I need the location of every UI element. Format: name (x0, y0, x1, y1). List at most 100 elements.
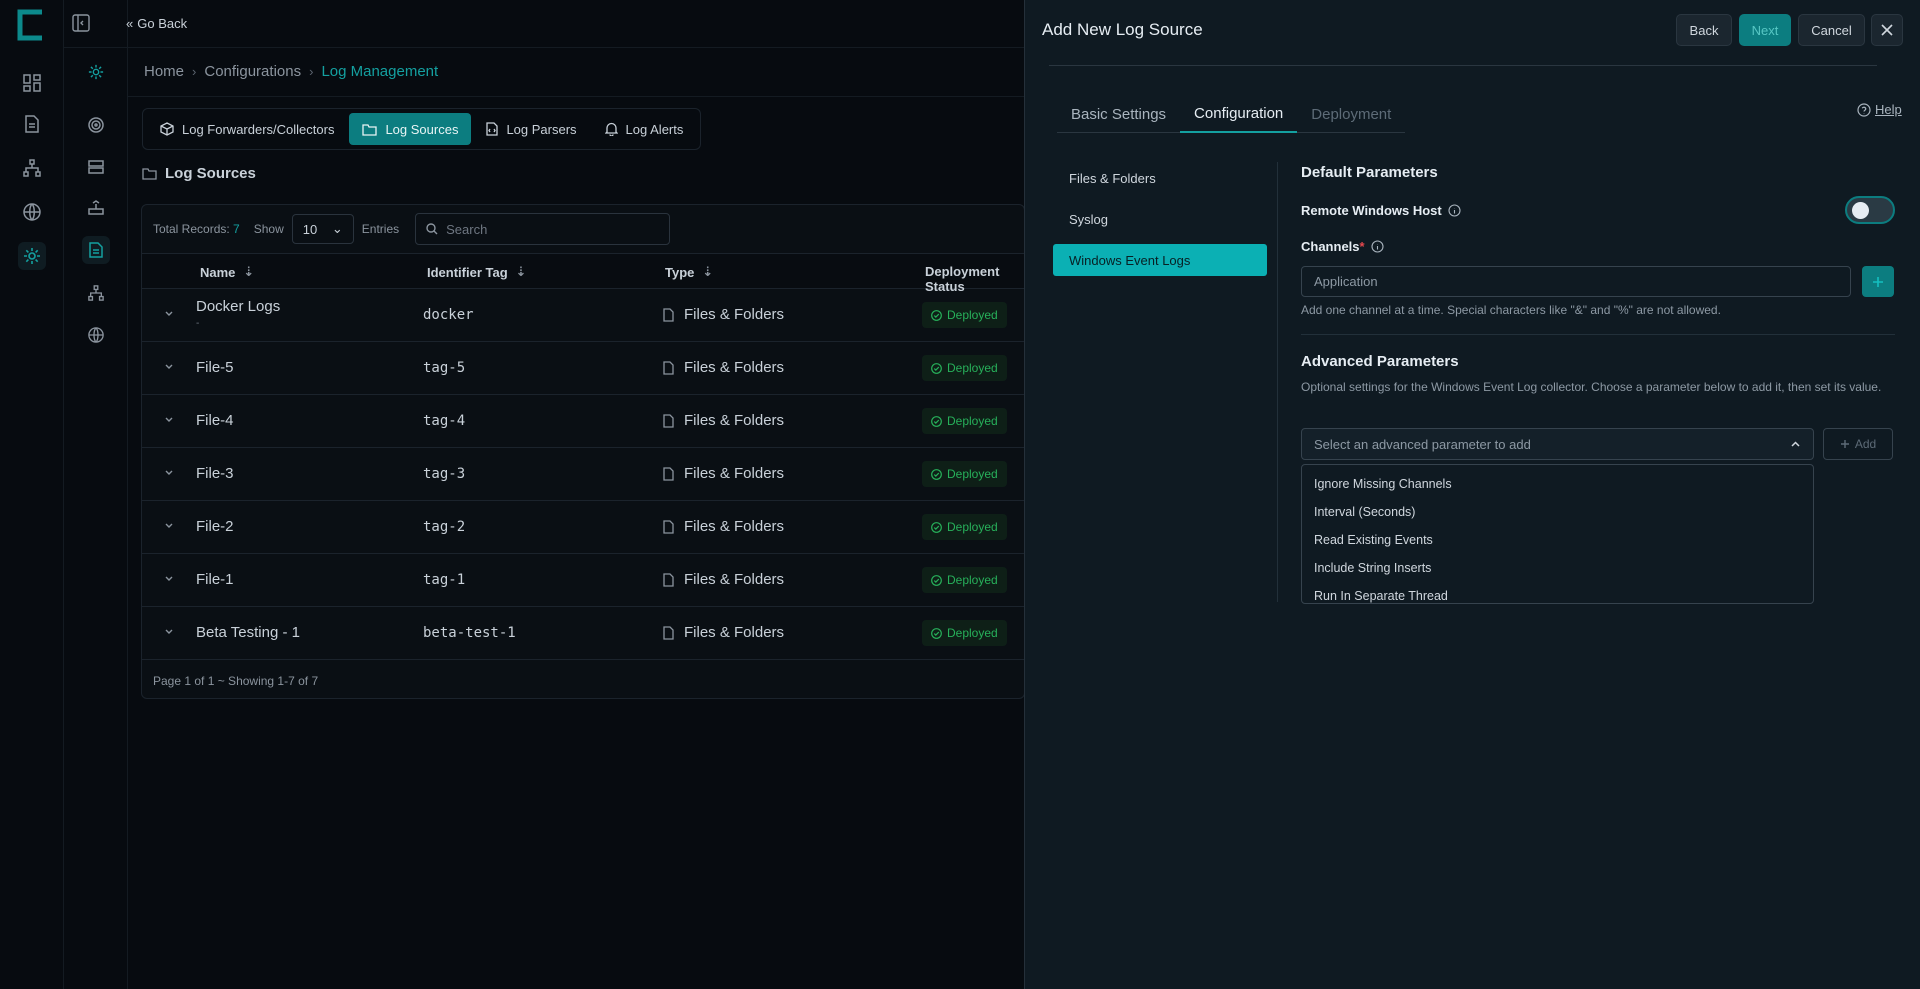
next-button[interactable]: Next (1739, 14, 1791, 46)
table-row[interactable]: Beta Testing - 1 beta-test-1 Files & Fol… (142, 607, 1024, 660)
table-row[interactable]: File-3 tag-3 Files & Folders Deployed (142, 448, 1024, 501)
breadcrumb-home[interactable]: Home (144, 63, 184, 80)
channel-hint: Add one channel at a time. Special chara… (1301, 303, 1721, 317)
row-type: Files & Folders (663, 359, 784, 376)
file-icon (663, 360, 674, 375)
close-button[interactable] (1871, 14, 1903, 46)
row-tag: tag-5 (423, 360, 466, 376)
option-ignore-missing-channels[interactable]: Ignore Missing Channels (1302, 470, 1813, 498)
chevron-down-icon[interactable] (164, 574, 174, 584)
primary-sidebar (0, 0, 64, 989)
nav-files-folders[interactable]: Files & Folders (1053, 162, 1267, 194)
channel-input[interactable]: Application (1301, 266, 1851, 297)
info-icon[interactable] (1371, 240, 1384, 253)
row-subtitle: - (196, 318, 200, 329)
double-chevron-left-icon: « (126, 16, 134, 31)
tab-log-alerts[interactable]: Log Alerts (592, 113, 697, 145)
go-back-link[interactable]: « Go Back (126, 16, 187, 31)
chevron-down-icon[interactable] (164, 362, 174, 372)
option-include-string-inserts[interactable]: Include String Inserts (1302, 554, 1813, 582)
chevron-down-icon[interactable] (164, 309, 174, 319)
status-badge: Deployed (922, 408, 1007, 434)
tab-configuration[interactable]: Configuration (1180, 95, 1298, 133)
plus-icon (1873, 276, 1883, 287)
add-parameter-button[interactable]: Add (1823, 428, 1893, 460)
folder-icon (362, 123, 378, 136)
back-button[interactable]: Back (1676, 14, 1732, 46)
page-size-select[interactable]: 10 ⌄ (291, 214, 354, 244)
cancel-button[interactable]: Cancel (1798, 14, 1865, 46)
app-logo[interactable] (14, 8, 46, 42)
router-icon[interactable] (82, 194, 110, 222)
tab-log-sources[interactable]: Log Sources (349, 113, 472, 145)
dashboard-icon[interactable] (18, 69, 46, 97)
remote-host-toggle[interactable] (1845, 196, 1895, 224)
default-parameters-heading: Default Parameters (1301, 164, 1438, 181)
check-circle-icon (931, 574, 942, 586)
file-icon (663, 307, 674, 322)
drawer-title: Add New Log Source (1042, 20, 1203, 39)
remote-host-label: Remote Windows Host (1301, 203, 1461, 218)
option-read-existing-events[interactable]: Read Existing Events (1302, 526, 1813, 554)
bell-icon (604, 122, 618, 136)
row-name: File-3 (196, 465, 234, 482)
chevron-down-icon[interactable] (164, 468, 174, 478)
page-size-value: 10 (302, 221, 318, 237)
divider (1049, 65, 1877, 66)
toggle-knob (1852, 202, 1869, 219)
tab-log-forwarders[interactable]: Log Forwarders/Collectors (147, 113, 347, 145)
row-tag: tag-1 (423, 572, 466, 588)
table-row[interactable]: File-2 tag-2 Files & Folders Deployed (142, 501, 1024, 554)
option-run-in-separate-thread[interactable]: Run In Separate Thread (1302, 582, 1813, 610)
breadcrumb-configurations[interactable]: Configurations (204, 63, 301, 80)
tab-log-parsers[interactable]: Log Parsers (473, 113, 589, 145)
help-link[interactable]: Help (1857, 102, 1902, 117)
row-name: Docker Logs (196, 298, 281, 315)
log-file-icon[interactable] (82, 236, 110, 264)
hierarchy-icon[interactable] (82, 279, 110, 307)
breadcrumb: Home › Configurations › Log Management (144, 63, 438, 80)
tab-deployment[interactable]: Deployment (1297, 95, 1405, 133)
network-icon[interactable] (18, 154, 46, 182)
column-identifier-tag[interactable]: Identifier Tag ⇣ (427, 264, 527, 280)
source-type-nav: Files & Folders Syslog Windows Event Log… (1053, 162, 1267, 285)
radar-icon[interactable] (82, 111, 110, 139)
row-tag: tag-2 (423, 519, 466, 535)
divider (1301, 334, 1895, 335)
nav-syslog[interactable]: Syslog (1053, 203, 1267, 235)
file-icon (663, 519, 674, 534)
check-circle-icon (931, 415, 942, 427)
tab-basic-settings[interactable]: Basic Settings (1057, 95, 1180, 133)
tab-label: Log Parsers (506, 121, 577, 137)
option-interval-seconds[interactable]: Interval (Seconds) (1302, 498, 1813, 526)
table-row[interactable]: File-4 tag-4 Files & Folders Deployed (142, 395, 1024, 448)
show-label: Show (253, 222, 284, 236)
row-type: Files & Folders (663, 412, 784, 429)
document-icon[interactable] (18, 110, 46, 138)
server-icon[interactable] (82, 153, 110, 181)
chevron-down-icon[interactable] (164, 415, 174, 425)
chevron-down-icon[interactable] (164, 521, 174, 531)
table-row[interactable]: Docker Logs - docker Files & Folders Dep… (142, 289, 1024, 342)
row-type: Files & Folders (663, 306, 784, 323)
status-badge: Deployed (922, 514, 1007, 540)
chevron-right-icon: › (309, 64, 314, 79)
advanced-hint: Optional settings for the Windows Event … (1301, 380, 1882, 394)
column-type[interactable]: Type ⇣ (665, 264, 713, 280)
search-input[interactable]: Search (415, 213, 671, 245)
advanced-parameter-select[interactable]: Select an advanced parameter to add (1301, 428, 1814, 460)
table-row[interactable]: File-1 tag-1 Files & Folders Deployed (142, 554, 1024, 607)
chevron-up-icon (1791, 440, 1800, 447)
globe-icon[interactable] (18, 198, 46, 226)
table-row[interactable]: File-5 tag-5 Files & Folders Deployed (142, 342, 1024, 395)
divider (1277, 162, 1278, 602)
nav-windows-event-logs[interactable]: Windows Event Logs (1053, 244, 1267, 276)
chevron-down-icon[interactable] (164, 627, 174, 637)
pagination-info: Page 1 of 1 ~ Showing 1-7 of 7 (153, 673, 319, 688)
column-name[interactable]: Name ⇣ (200, 264, 254, 280)
gear-icon[interactable] (82, 58, 110, 86)
info-icon[interactable] (1448, 204, 1461, 217)
add-channel-button[interactable] (1862, 266, 1894, 297)
settings-icon[interactable] (18, 242, 46, 270)
globe-icon[interactable] (82, 321, 110, 349)
